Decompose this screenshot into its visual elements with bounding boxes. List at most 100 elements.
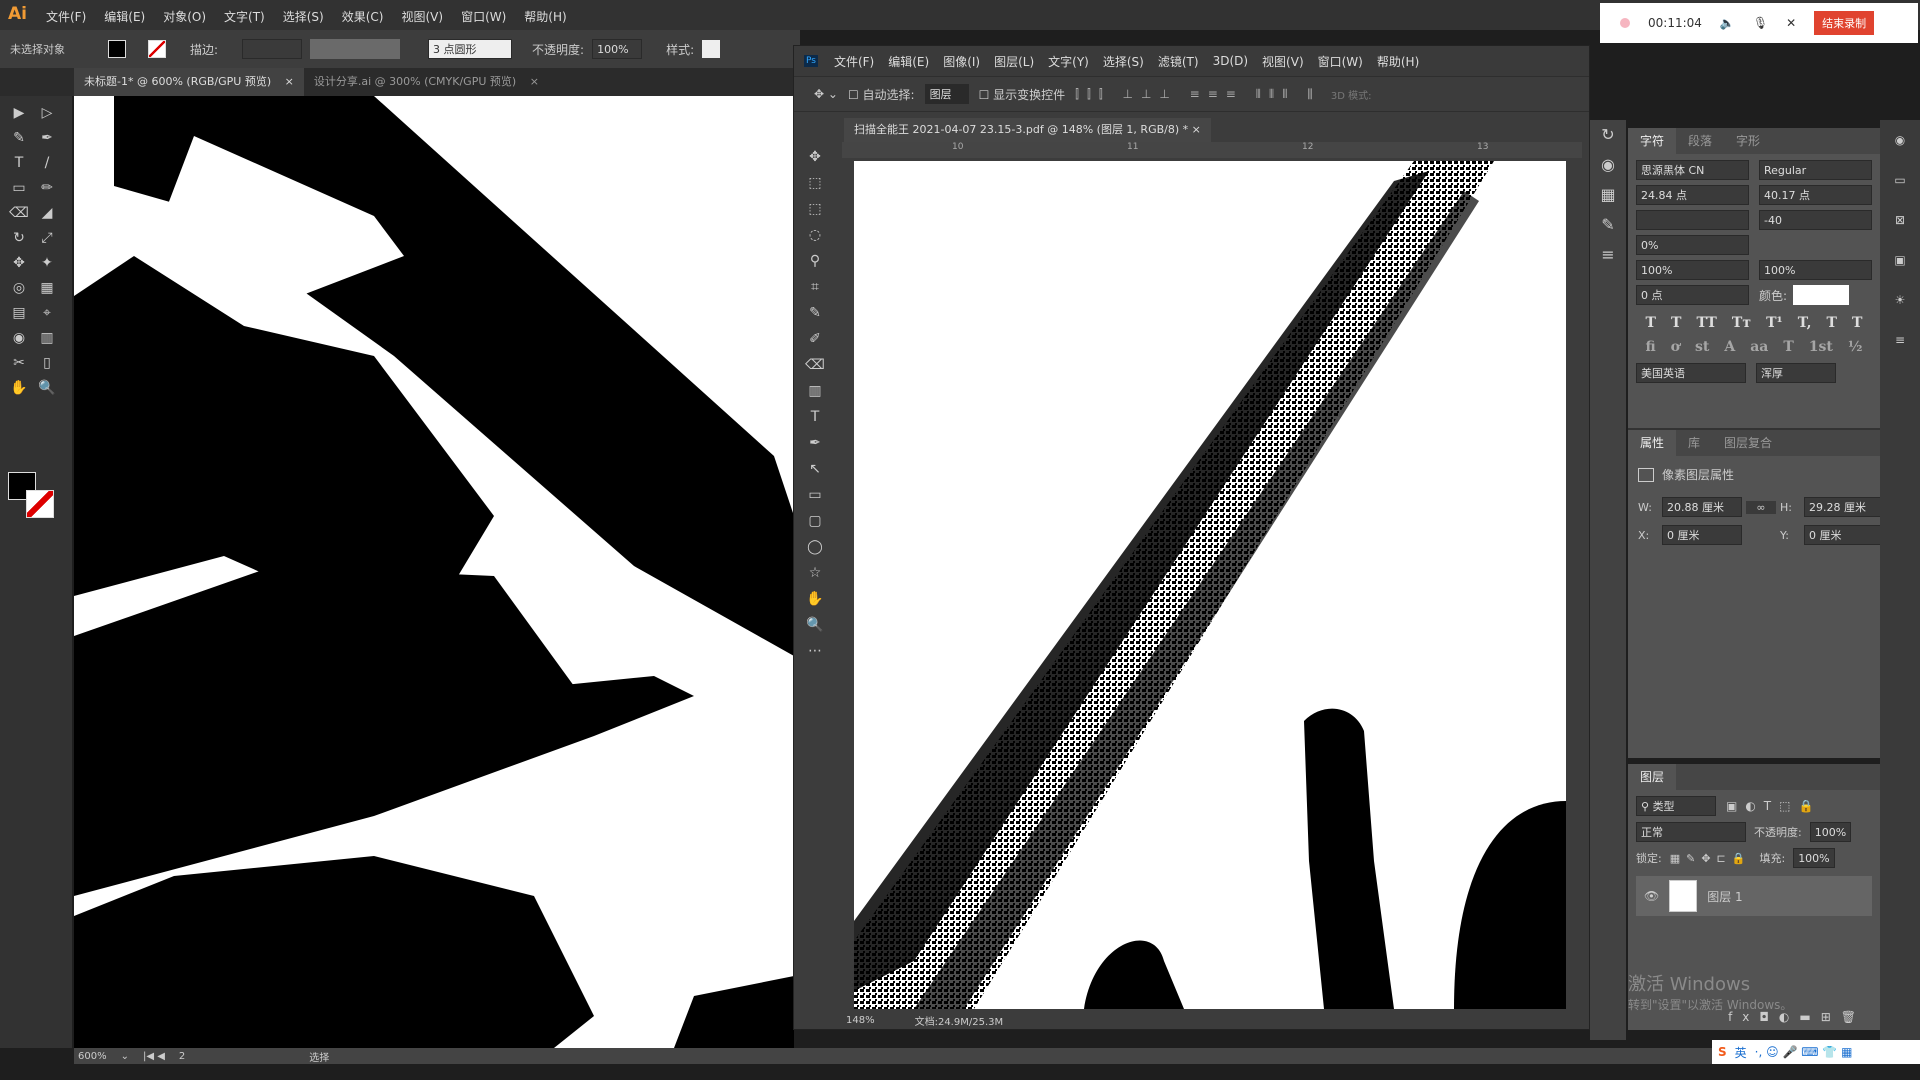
ps-tool-icon[interactable]: ◌ (804, 224, 826, 246)
align-icons[interactable]: ⫿⫿⫿ ⊥⊥⊥ ≡≡≡ ⦀⦀⦀ ⫼ (1075, 87, 1321, 102)
opentype-button[interactable]: ơ (1671, 339, 1680, 355)
ps-tool-icon[interactable]: ⬚ (804, 172, 826, 194)
mic-icon[interactable]: 🎙 (1753, 16, 1768, 30)
ps-menu-item[interactable]: 图像(I) (943, 53, 980, 70)
opentype-button[interactable]: T (1783, 339, 1793, 355)
ai-menu-item[interactable]: 文字(T) (224, 8, 265, 25)
brush-select[interactable]: 3 点圆形 (428, 39, 513, 59)
ps-tool-icon[interactable]: ↖ (804, 458, 826, 480)
text-color-swatch[interactable] (1793, 285, 1850, 305)
properties-tab[interactable]: 属性 (1628, 430, 1677, 456)
vertical-scale-field[interactable]: 100% (1636, 260, 1749, 280)
stroke-color[interactable] (26, 490, 54, 518)
ai-menu-item[interactable]: 选择(S) (283, 8, 324, 25)
baseline-shift-field[interactable]: 0 点 (1636, 285, 1749, 305)
leading-field[interactable]: 40.17 点 (1759, 185, 1872, 205)
layer-actions[interactable]: fx◘◐▬⊞🗑 (1728, 1010, 1866, 1024)
ai-menu-item[interactable]: 文件(F) (46, 8, 86, 25)
ps-tool-icon[interactable]: 🔍 (804, 614, 826, 636)
ai-tool-icon[interactable]: ▷ (36, 102, 58, 124)
format-button[interactable]: T (1827, 315, 1837, 331)
ai-tool-icon[interactable]: 🔍 (36, 377, 58, 399)
ai-menu-item[interactable]: 帮助(H) (524, 8, 566, 25)
fill-swatch[interactable] (108, 40, 126, 58)
blend-mode-select[interactable]: 正常 (1636, 822, 1746, 842)
opentype-button[interactable]: ½ (1848, 339, 1863, 355)
layer-filter-select[interactable]: ⚲ 类型 (1636, 796, 1716, 816)
format-button[interactable]: T (1852, 315, 1862, 331)
artboard-number[interactable]: 2 (179, 1051, 185, 1062)
ps-tool-icon[interactable]: ✐ (804, 328, 826, 350)
ai-tool-icon[interactable]: ▯ (36, 352, 58, 374)
ime-tools-icons[interactable]: ·, ☺ 🎤 ⌨ 👕 ▦ (1755, 1045, 1853, 1059)
ps-tool-icon[interactable]: ✋ (804, 588, 826, 610)
ps-tool-icon[interactable]: ⌫ (804, 354, 826, 376)
shape-icon[interactable]: ▣ (1880, 240, 1920, 280)
ai-zoom[interactable]: 600% (78, 1051, 107, 1062)
ps-menu-item[interactable]: 视图(V) (1262, 53, 1304, 70)
color-icon[interactable]: ◉ (1590, 150, 1626, 180)
ps-tool-icon[interactable]: ✒ (804, 432, 826, 454)
brush-icon[interactable]: ✎ (1590, 210, 1626, 240)
ps-menu-item[interactable]: 图层(L) (994, 53, 1034, 70)
stroke-swatch[interactable] (148, 40, 166, 58)
ai-tool-icon[interactable]: ✦ (36, 252, 58, 274)
ai-menu-item[interactable]: 视图(V) (401, 8, 443, 25)
ai-tool-icon[interactable]: ▥ (36, 327, 58, 349)
close-icon[interactable]: × (285, 75, 294, 88)
ai-tool-icon[interactable]: ✏ (36, 177, 58, 199)
ps-menu-item[interactable]: 文字(Y) (1048, 53, 1089, 70)
swatches-icon[interactable]: ▦ (1590, 180, 1626, 210)
filter-icons[interactable]: ▣◐T⬚🔒 (1726, 799, 1821, 813)
ai-tool-icon[interactable]: ▭ (8, 177, 30, 199)
close-icon[interactable]: × (1192, 123, 1201, 136)
format-button[interactable]: T, (1798, 315, 1812, 331)
format-button[interactable]: TT (1697, 315, 1717, 331)
palette-icon[interactable]: ◉ (1880, 120, 1920, 160)
x-field[interactable]: 0 厘米 (1662, 525, 1742, 545)
ai-tool-icon[interactable]: ⌫ (8, 202, 30, 224)
ai-menu-item[interactable]: 效果(C) (342, 8, 384, 25)
ps-tool-icon[interactable]: ✥ (804, 146, 826, 168)
ps-tool-icon[interactable]: ▢ (804, 510, 826, 532)
antialias-select[interactable]: 浑厚 (1756, 363, 1836, 383)
ai-menu-item[interactable]: 对象(O) (163, 8, 206, 25)
stop-recording-button[interactable]: 结束录制 (1814, 11, 1875, 35)
ai-tool-icon[interactable]: ✂ (8, 352, 30, 374)
ps-tool-icon[interactable]: ⚲ (804, 250, 826, 272)
character-tab[interactable]: 字符 (1628, 128, 1677, 154)
ai-tool-icon[interactable]: / (36, 152, 58, 174)
tab-layers[interactable]: 图层 (1628, 764, 1677, 790)
height-field[interactable]: 29.28 厘米 (1804, 497, 1884, 517)
ime-language[interactable]: 英 (1735, 1044, 1747, 1061)
properties-tab[interactable]: 库 (1676, 430, 1712, 456)
ai-tool-icon[interactable]: ✥ (8, 252, 30, 274)
eye-icon[interactable]: 👁 (1644, 889, 1659, 903)
layer-row[interactable]: 👁 图层 1 (1636, 876, 1872, 916)
y-field[interactable]: 0 厘米 (1804, 525, 1884, 545)
ai-tool-icon[interactable]: T (8, 152, 30, 174)
font-size-field[interactable]: 24.84 点 (1636, 185, 1749, 205)
ps-tool-icon[interactable]: ▥ (804, 380, 826, 402)
light-icon[interactable]: ☀ (1880, 280, 1920, 320)
close-icon[interactable]: × (530, 75, 539, 88)
ai-tool-icon[interactable]: ▦ (36, 277, 58, 299)
properties-tab[interactable]: 图层复合 (1712, 430, 1784, 456)
width-field[interactable]: 20.88 厘米 (1662, 497, 1742, 517)
ai-tab[interactable]: 设计分享.ai @ 300% (CMYK/GPU 预览) × (304, 68, 549, 96)
opacity-field[interactable]: 100% (592, 39, 643, 59)
ps-tool-icon[interactable]: ⌗ (804, 276, 826, 298)
ai-tool-icon[interactable]: ✎ (8, 127, 30, 149)
variable-width-field[interactable] (310, 39, 401, 59)
ai-tool-icon[interactable]: ◎ (8, 277, 30, 299)
opentype-button[interactable]: fi (1645, 339, 1655, 355)
layer-fill-field[interactable]: 100% (1793, 848, 1835, 868)
horizontal-scale-field[interactable]: 100% (1759, 260, 1872, 280)
history-icon[interactable]: ↻ (1590, 120, 1626, 150)
opentype-button[interactable]: 1st (1809, 339, 1833, 355)
ai-tool-icon[interactable]: ⌖ (36, 302, 58, 324)
opentype-button[interactable]: st (1695, 339, 1709, 355)
ps-tool-icon[interactable]: ✎ (804, 302, 826, 324)
font-style-select[interactable]: Regular (1759, 160, 1872, 180)
ps-menu-item[interactable]: 选择(S) (1103, 53, 1144, 70)
